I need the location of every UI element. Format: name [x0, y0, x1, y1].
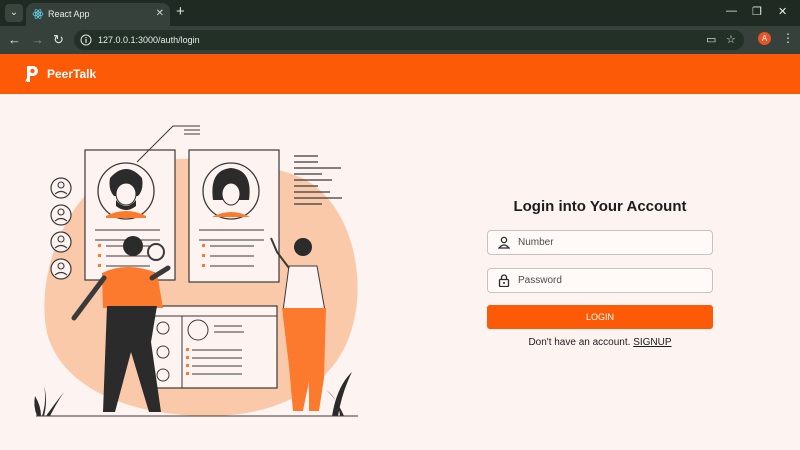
peertalk-logo-icon[interactable] [24, 65, 40, 83]
lock-icon [498, 274, 510, 287]
profile-avatar[interactable]: A [758, 32, 771, 45]
login-illustration [34, 125, 358, 417]
number-input[interactable] [518, 235, 706, 250]
browser-tab[interactable]: React App ✕ [26, 3, 170, 26]
tab-search-icon[interactable]: ⌄ [5, 4, 23, 22]
brand-name[interactable]: PeerTalk [47, 67, 96, 81]
login-title: Login into Your Account [513, 198, 687, 215]
react-icon [32, 9, 44, 19]
signup-prompt: Don't have an account. [528, 337, 631, 348]
app-header: PeerTalk [0, 54, 800, 94]
url-text: 127.0.0.1:3000/auth/login [98, 35, 200, 45]
tab-title: React App [48, 9, 90, 19]
plus-icon[interactable]: + [176, 4, 185, 20]
minimize-icon[interactable]: — [726, 5, 737, 17]
signup-row: Don't have an account. SIGNUP [487, 337, 713, 348]
close-window-icon[interactable]: ✕ [778, 5, 787, 18]
user-icon [498, 236, 510, 249]
address-bar[interactable]: 127.0.0.1:3000/auth/login ▭ ☆ [74, 30, 744, 50]
forward-icon[interactable]: → [31, 32, 44, 48]
star-icon[interactable]: ☆ [726, 33, 736, 46]
site-info-icon[interactable] [80, 34, 92, 46]
number-field[interactable] [487, 230, 713, 255]
restore-icon[interactable]: ❐ [752, 5, 762, 18]
signup-link[interactable]: SIGNUP [633, 337, 671, 348]
kebab-menu-icon[interactable]: ⋮ [782, 31, 794, 45]
browser-tabbar: ⌄ React App ✕ + — ❐ ✕ [0, 0, 800, 26]
browser-toolbar: ← → ↻ 127.0.0.1:3000/auth/login ▭ ☆ A ⋮ [0, 26, 800, 54]
reload-icon[interactable]: ↻ [53, 32, 64, 48]
back-icon[interactable]: ← [8, 32, 21, 48]
close-icon[interactable]: ✕ [156, 8, 164, 19]
cast-icon[interactable]: ▭ [706, 33, 716, 46]
password-field[interactable] [487, 268, 713, 293]
login-button[interactable]: LOGIN [487, 305, 713, 329]
password-input[interactable] [518, 273, 706, 288]
